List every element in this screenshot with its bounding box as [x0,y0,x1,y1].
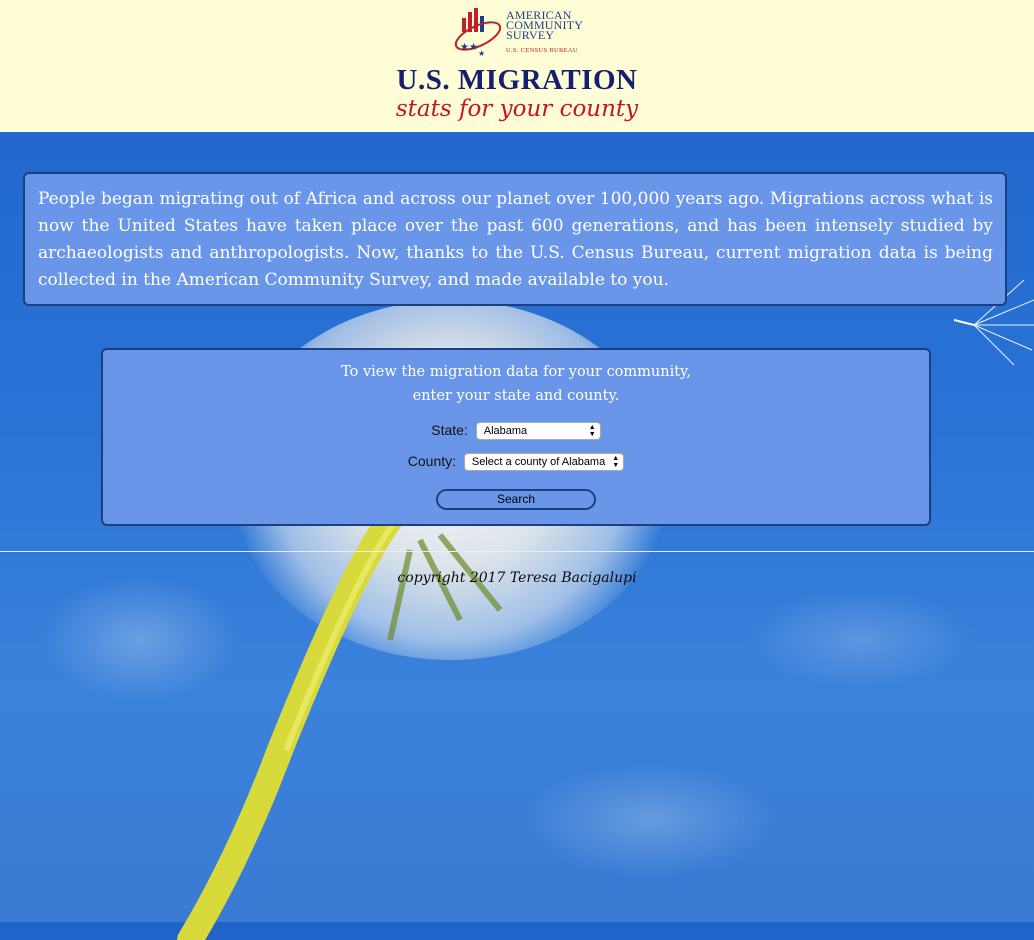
svg-text:★: ★ [478,49,485,58]
search-form: To view the migration data for your comm… [101,348,931,526]
state-row: State: Alabama ▲ ▼ [103,422,929,441]
state-select-value: Alabama [483,425,528,438]
intro-text: People began migrating out of Africa and… [38,189,993,290]
acs-emblem-icon: ★★ ★ [454,8,502,58]
county-row: County: Select a county of Alabama ▲ ▼ [103,453,929,472]
logo-subtext: U.S. CENSUS BUREAU [506,47,578,54]
acs-logo[interactable]: ★★ ★ AMERICAN COMMUNITY SURVEY U.S. CENS… [452,6,592,58]
search-button[interactable]: Search [436,489,596,510]
county-select-value: Select a county of Alabama [471,456,606,469]
page-header: ★★ ★ AMERICAN COMMUNITY SURVEY U.S. CENS… [0,0,1034,132]
form-instructions-line-1: To view the migration data for your comm… [341,364,691,380]
copyright-text: copyright 2017 Teresa Bacigalupi [397,570,637,586]
footer-divider [0,551,1034,552]
state-label: State: [431,422,468,438]
county-label: County: [407,453,457,469]
select-arrows-icon: ▲ ▼ [612,455,620,470]
form-instructions-line-2: enter your state and county. [412,388,620,404]
logo-wordmark: AMERICAN COMMUNITY SURVEY [506,9,583,41]
page-subtitle: stats for your county [395,96,639,122]
form-instructions: To view the migration data for your comm… [103,360,929,408]
intro-panel: People began migrating out of Africa and… [23,172,1007,306]
select-arrows-icon: ▲ ▼ [588,424,596,439]
county-select[interactable]: Select a county of Alabama ▲ ▼ [463,453,625,472]
page-title: U.S. MIGRATION [396,64,638,96]
svg-text:★★: ★★ [460,42,478,53]
state-select[interactable]: Alabama ▲ ▼ [475,422,601,441]
